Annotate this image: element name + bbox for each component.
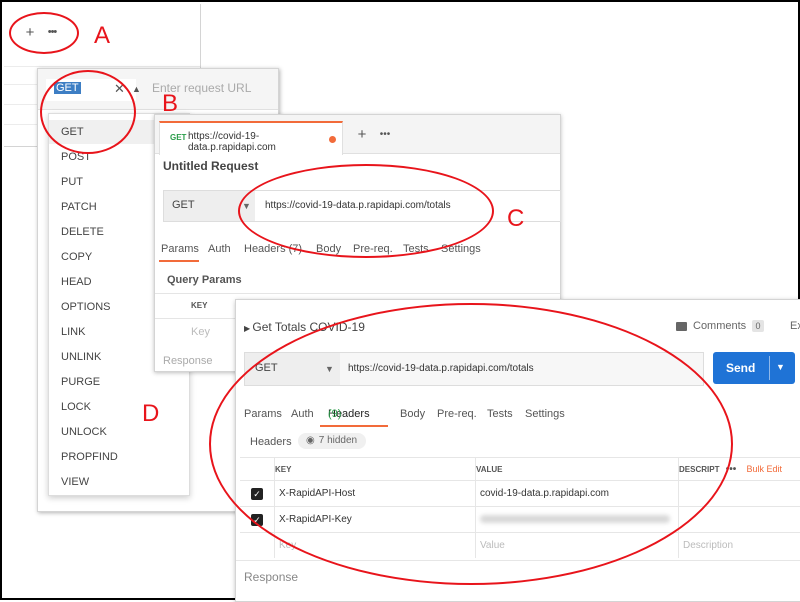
- examples-link[interactable]: Ex: [790, 320, 800, 332]
- request-title[interactable]: Untitled Request: [163, 159, 258, 173]
- tab-auth[interactable]: Auth: [208, 243, 231, 255]
- chevron-up-icon[interactable]: ▲: [132, 84, 141, 94]
- divider: [769, 356, 770, 380]
- menu-item-lock[interactable]: LOCK: [49, 395, 189, 419]
- menu-item-purge[interactable]: PURGE: [49, 370, 189, 394]
- annotation-circle-c: [238, 164, 494, 258]
- tab-method: GET: [170, 133, 186, 142]
- tab-options-button[interactable]: •••: [375, 125, 395, 145]
- response-label: Response: [163, 355, 213, 367]
- more-icon: •••: [380, 129, 391, 140]
- key-input[interactable]: Key: [191, 326, 210, 338]
- request-tab[interactable]: GET https://covid-19-data.p.rapidapi.com: [159, 121, 343, 155]
- comments-button[interactable]: Comments: [676, 320, 746, 332]
- annotation-circle-b: [40, 70, 136, 154]
- new-tab-button[interactable]: +: [352, 125, 372, 145]
- description-input[interactable]: Description: [679, 533, 800, 559]
- bulk-edit-link[interactable]: Bulk Edit: [746, 464, 782, 474]
- active-tab-underline: [159, 260, 199, 262]
- response-label: Response: [244, 570, 298, 584]
- annotation-label-a: A: [94, 22, 110, 50]
- annotation-label-b: B: [162, 90, 178, 118]
- send-button[interactable]: Send ▼: [713, 352, 795, 384]
- send-label: Send: [726, 361, 755, 375]
- query-params-label: Query Params: [167, 274, 242, 286]
- divider: [4, 66, 200, 67]
- menu-item-view[interactable]: VIEW: [49, 470, 189, 494]
- comments-label: Comments: [693, 320, 746, 332]
- comment-icon: [676, 322, 687, 331]
- unsaved-dot-icon: [329, 136, 336, 143]
- menu-item-unlock[interactable]: UNLOCK: [49, 420, 189, 444]
- comments-count-badge: 0: [752, 320, 764, 332]
- row-checkbox: [240, 533, 275, 559]
- annotation-circle-a: [9, 12, 79, 54]
- plus-icon: +: [358, 126, 367, 143]
- annotation-label-d: D: [142, 400, 159, 428]
- annotation-circle-d: [209, 303, 733, 585]
- chevron-down-icon[interactable]: ▼: [776, 362, 785, 372]
- key-column-header: KEY: [191, 301, 207, 310]
- request-tab-strip: GET https://covid-19-data.p.rapidapi.com…: [155, 115, 560, 154]
- annotation-label-c: C: [507, 205, 524, 233]
- tab-params[interactable]: Params: [161, 243, 199, 255]
- tab-title: https://covid-19-data.p.rapidapi.com: [188, 131, 342, 153]
- method-value: GET: [172, 199, 195, 211]
- menu-item-propfind[interactable]: PROPFIND: [49, 445, 189, 469]
